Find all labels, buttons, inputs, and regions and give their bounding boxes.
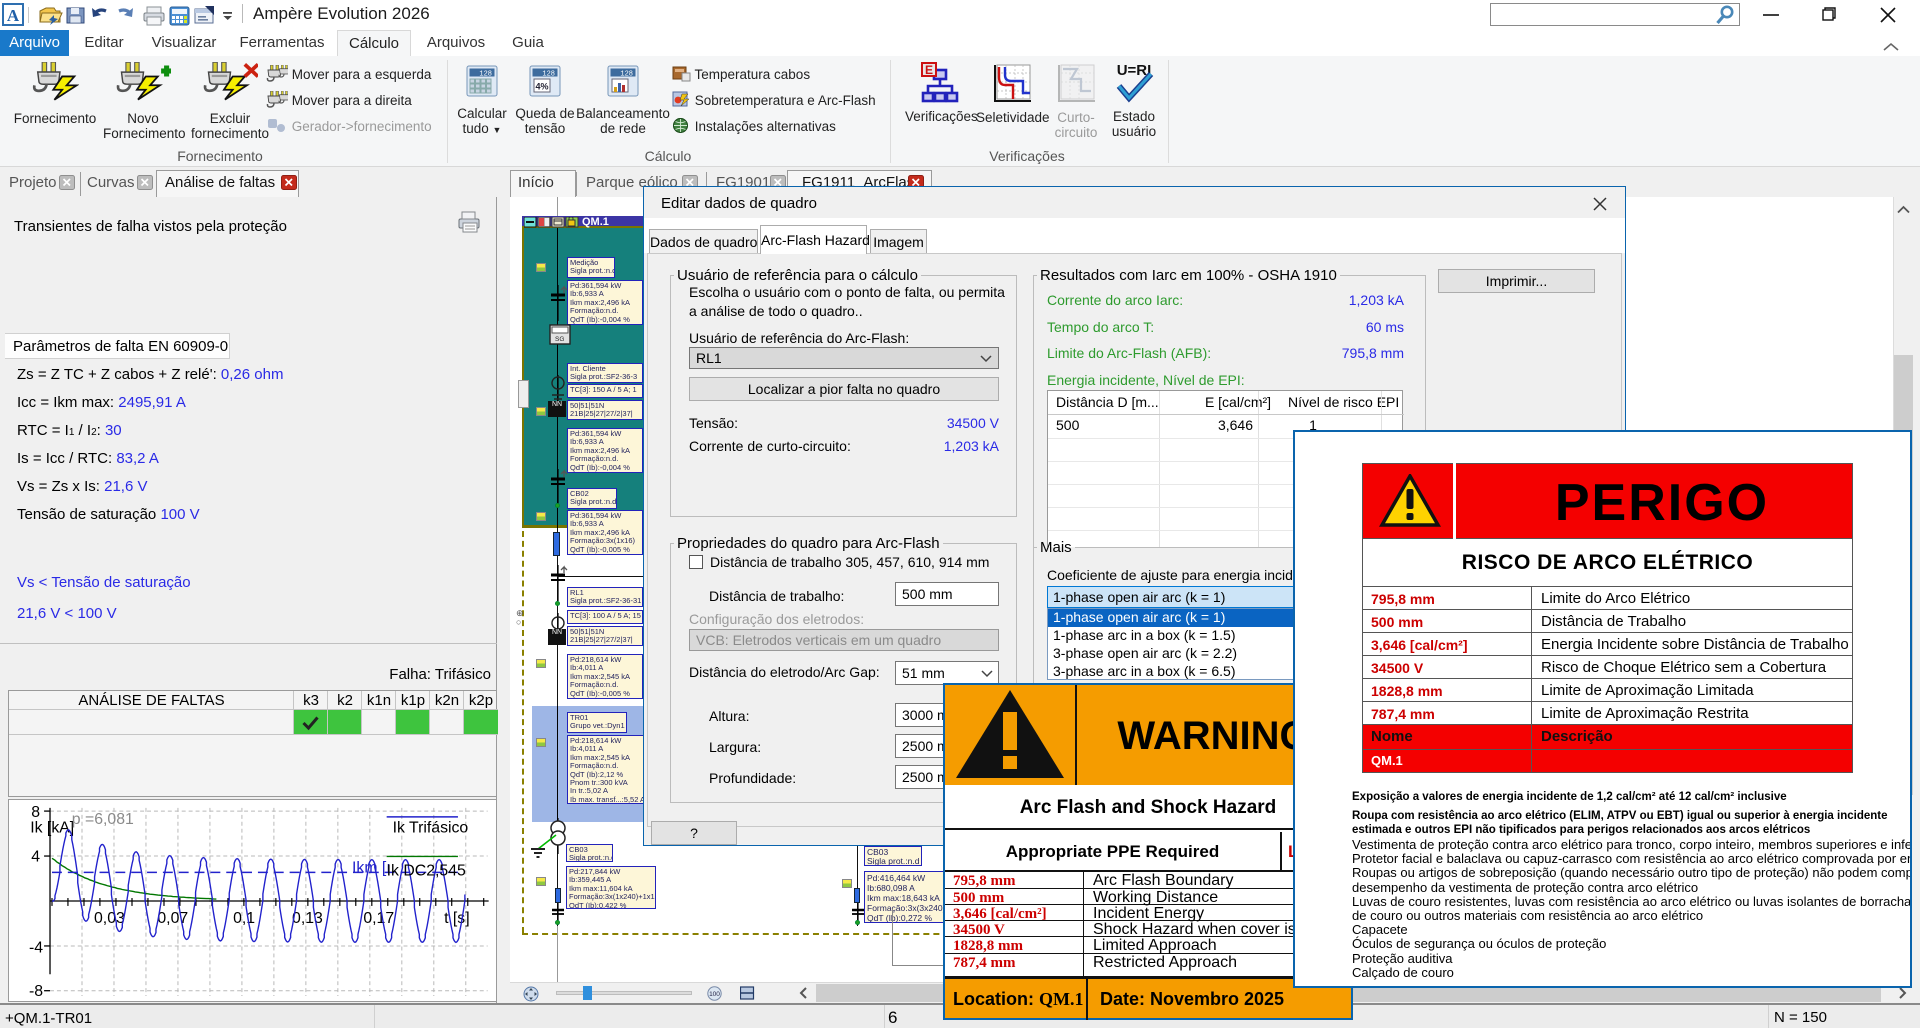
svg-text:p =6,081: p =6,081 [72, 811, 134, 828]
svg-text:Ik DC2,545: Ik DC2,545 [387, 862, 466, 879]
svg-text:4: 4 [31, 848, 40, 865]
svg-text:E: E [925, 63, 933, 77]
svg-text:-8: -8 [29, 983, 43, 1000]
svg-text:0,1: 0,1 [233, 910, 255, 927]
svg-text:Ik Trifásico: Ik Trifásico [393, 820, 469, 837]
svg-text:Ikm [ı: Ikm [ı [352, 859, 391, 876]
svg-text:0,13: 0,13 [292, 910, 323, 927]
svg-text:8: 8 [31, 804, 40, 821]
svg-text:0,03: 0,03 [94, 910, 125, 927]
svg-text:4%: 4% [535, 82, 548, 92]
svg-text:100: 100 [709, 991, 720, 998]
svg-text:A: A [7, 6, 20, 25]
svg-text:-4: -4 [29, 939, 43, 956]
svg-text:SG: SG [555, 336, 564, 343]
svg-text:t [s]: t [s] [444, 910, 470, 927]
svg-text:0,17: 0,17 [363, 910, 394, 927]
svg-text:Ik [kA]: Ik [kA] [30, 820, 74, 837]
svg-text:0,07: 0,07 [157, 910, 188, 927]
